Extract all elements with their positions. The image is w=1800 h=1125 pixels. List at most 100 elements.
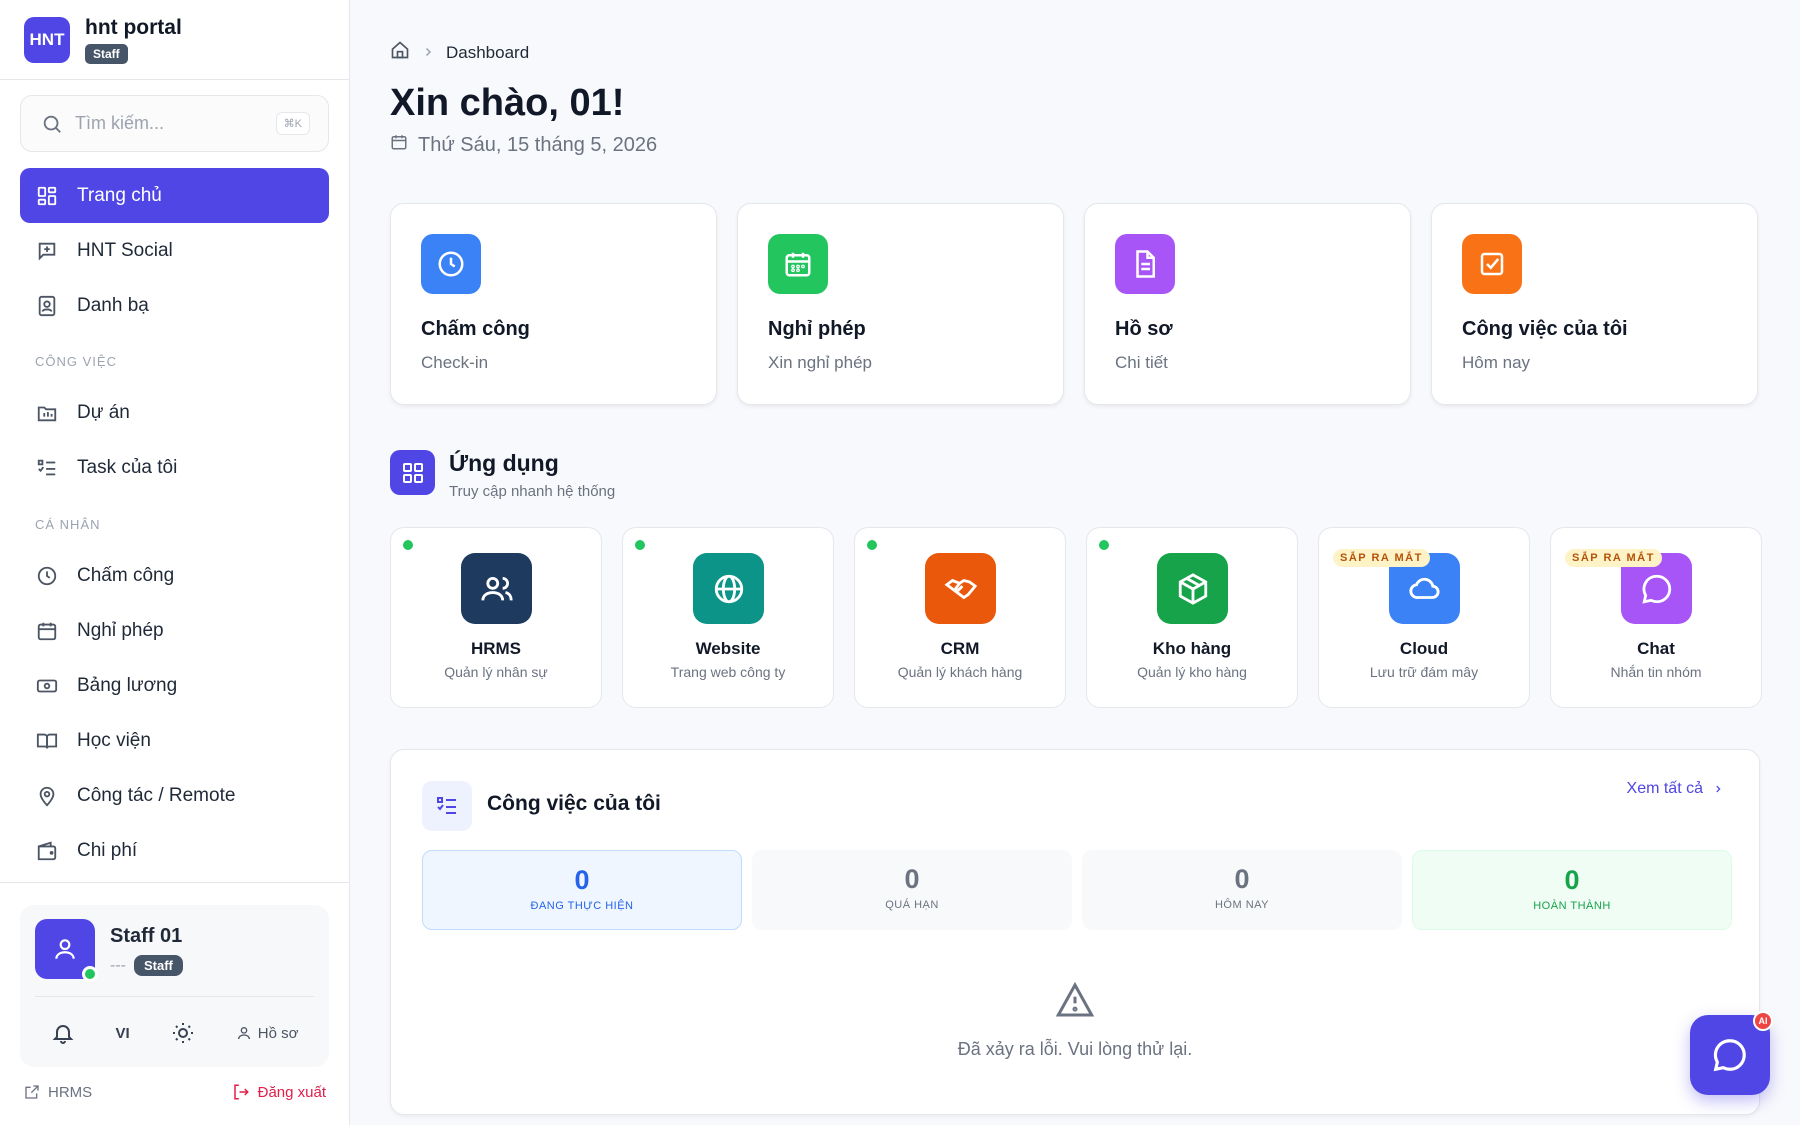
apps-grid: HRMS Quản lý nhân sự Website Trang web c… [390,527,1762,708]
sidebar-item-label: Task của tôi [77,456,178,478]
stat-value: 0 [904,864,920,894]
quick-card-my-work[interactable]: Công việc của tôi Hôm nay [1431,203,1758,405]
clock-icon [421,234,481,294]
stat-today[interactable]: 0 HÔM NAY [1082,850,1402,930]
home-icon[interactable] [390,40,410,65]
see-all-label: Xem tất cả [1626,780,1703,797]
sidebar-item-hnt-social[interactable]: HNT Social [20,223,329,278]
user-name: Staff 01 [110,925,183,947]
search-box[interactable]: ⌘K [20,95,329,152]
nav-personal: CÁ NHÂN Chấm công Nghỉ phép Bảng lương H… [20,500,329,878]
search-shortcut: ⌘K [275,112,310,135]
sidebar-item-label: Nghỉ phép [77,619,164,641]
sidebar-item-attendance[interactable]: Chấm công [20,548,329,603]
coming-soon-badge: SẮP RA MẮT [1565,549,1662,567]
logout-label: Đăng xuất [257,1083,326,1101]
my-tasks-panel: Công việc của tôi Xem tất cả 0 ĐANG THỰC… [390,749,1760,1115]
quick-card-title: Công việc của tôi [1462,318,1628,340]
quick-card-attendance[interactable]: Chấm công Check-in [390,203,717,405]
user-role-badge: Staff [133,955,183,976]
stat-completed[interactable]: 0 HOÀN THÀNH [1412,850,1732,930]
brand-logo: HNT [24,16,70,63]
user-area: Staff 01 --- Staff VI Hồ sơ HRMS Đăng xu… [0,882,350,1125]
stat-value: 0 [1564,865,1580,895]
sidebar-item-my-tasks[interactable]: Task của tôi [20,440,329,495]
sidebar-item-remote[interactable]: Công tác / Remote [20,768,329,823]
sidebar-item-label: Chấm công [77,564,175,586]
app-name: HRMS [470,639,522,658]
calendar-icon [35,619,59,643]
sidebar: HNT hnt portal Staff ⌘K Trang chủ HNT So… [0,0,350,1125]
stat-overdue[interactable]: 0 QUÁ HẠN [752,850,1072,930]
app-name: Cloud [1399,639,1449,658]
folder-icon [35,401,59,425]
calendar-icon [390,133,408,157]
box-icon [1157,553,1228,624]
brand-name: hnt portal [85,15,182,39]
stat-label: HÔM NAY [1214,899,1270,911]
error-message: Đã xảy ra lỗi. Vui lòng thử lại. [957,1039,1193,1059]
sidebar-item-label: Học viện [77,729,151,751]
ai-badge: AI [1753,1011,1773,1031]
app-card-warehouse[interactable]: Kho hàng Quản lý kho hàng [1086,527,1298,708]
breadcrumb: Dashboard [390,40,529,65]
logout-button[interactable]: Đăng xuất [232,1083,326,1101]
app-card-cloud[interactable]: SẮP RA MẮT Cloud Lưu trữ đám mây [1318,527,1530,708]
stat-label: QUÁ HẠN [885,899,939,911]
app-card-chat[interactable]: SẮP RA MẮT Chat Nhắn tin nhóm [1550,527,1762,708]
quick-card-subtitle: Chi tiết [1115,353,1168,372]
handshake-icon [925,553,996,624]
hrms-link-label: HRMS [48,1083,93,1101]
section-title-work: CÔNG VIỆC [35,353,117,369]
app-name: Website [695,639,761,658]
app-card-hrms[interactable]: HRMS Quản lý nhân sự [390,527,602,708]
sidebar-item-expenses[interactable]: Chi phí [20,823,329,878]
task-stats: 0 ĐANG THỰC HIỆN 0 QUÁ HẠN 0 HÔM NAY 0 H… [422,850,1732,930]
quick-card-title: Nghỉ phép [768,318,866,340]
nav-work: CÔNG VIỆC Dự án Task của tôi [20,337,329,495]
app-description: Quản lý kho hàng [1137,664,1247,680]
profile-button[interactable]: Hồ sơ [236,1024,299,1042]
sidebar-item-payroll[interactable]: Bảng lương [20,658,329,713]
language-button[interactable]: VI [116,1025,130,1042]
search-input[interactable] [75,113,255,134]
profile-label: Hồ sơ [257,1024,299,1042]
tasks-title: Công việc của tôi [487,792,661,815]
sidebar-item-label: Danh bạ [77,294,149,316]
notifications-button[interactable] [51,1021,75,1045]
see-all-link[interactable]: Xem tất cả [1627,780,1723,798]
quick-card-title: Chấm công [421,318,530,340]
sidebar-item-leave[interactable]: Nghỉ phép [20,603,329,658]
hrms-link[interactable]: HRMS [24,1083,92,1101]
sidebar-item-academy[interactable]: Học viện [20,713,329,768]
app-name: Chat [1637,639,1675,658]
stat-label: ĐANG THỰC HIỆN [530,900,634,912]
page-title: Xin chào, 01! [390,82,625,124]
quick-card-leave[interactable]: Nghỉ phép Xin nghỉ phép [737,203,1064,405]
app-card-crm[interactable]: CRM Quản lý khách hàng [854,527,1066,708]
book-icon [35,729,59,753]
online-status-dot [82,966,98,982]
app-description: Nhắn tin nhóm [1610,664,1702,680]
quick-card-profile[interactable]: Hồ sơ Chi tiết [1084,203,1411,405]
social-icon [35,239,59,263]
stat-value: 0 [1234,864,1250,894]
contacts-icon [35,294,59,318]
users-icon [461,553,532,624]
sidebar-item-projects[interactable]: Dự án [20,385,329,440]
quick-actions: Chấm công Check-in Nghỉ phép Xin nghỉ ph… [390,203,1758,405]
theme-toggle[interactable] [171,1021,195,1045]
quick-card-subtitle: Check-in [421,353,489,372]
brand[interactable]: HNT hnt portal Staff [0,0,349,80]
app-card-website[interactable]: Website Trang web công ty [622,527,834,708]
document-icon [1115,234,1175,294]
online-dot [867,540,877,550]
stat-in-progress[interactable]: 0 ĐANG THỰC HIỆN [422,850,742,930]
task-list-icon [35,456,59,480]
section-title-personal: CÁ NHÂN [35,516,101,532]
clock-icon [35,564,59,588]
user-icon [55,939,75,959]
sidebar-item-contacts[interactable]: Danh bạ [20,278,329,333]
app-description: Trang web công ty [670,664,786,680]
sidebar-item-home[interactable]: Trang chủ [20,168,329,223]
